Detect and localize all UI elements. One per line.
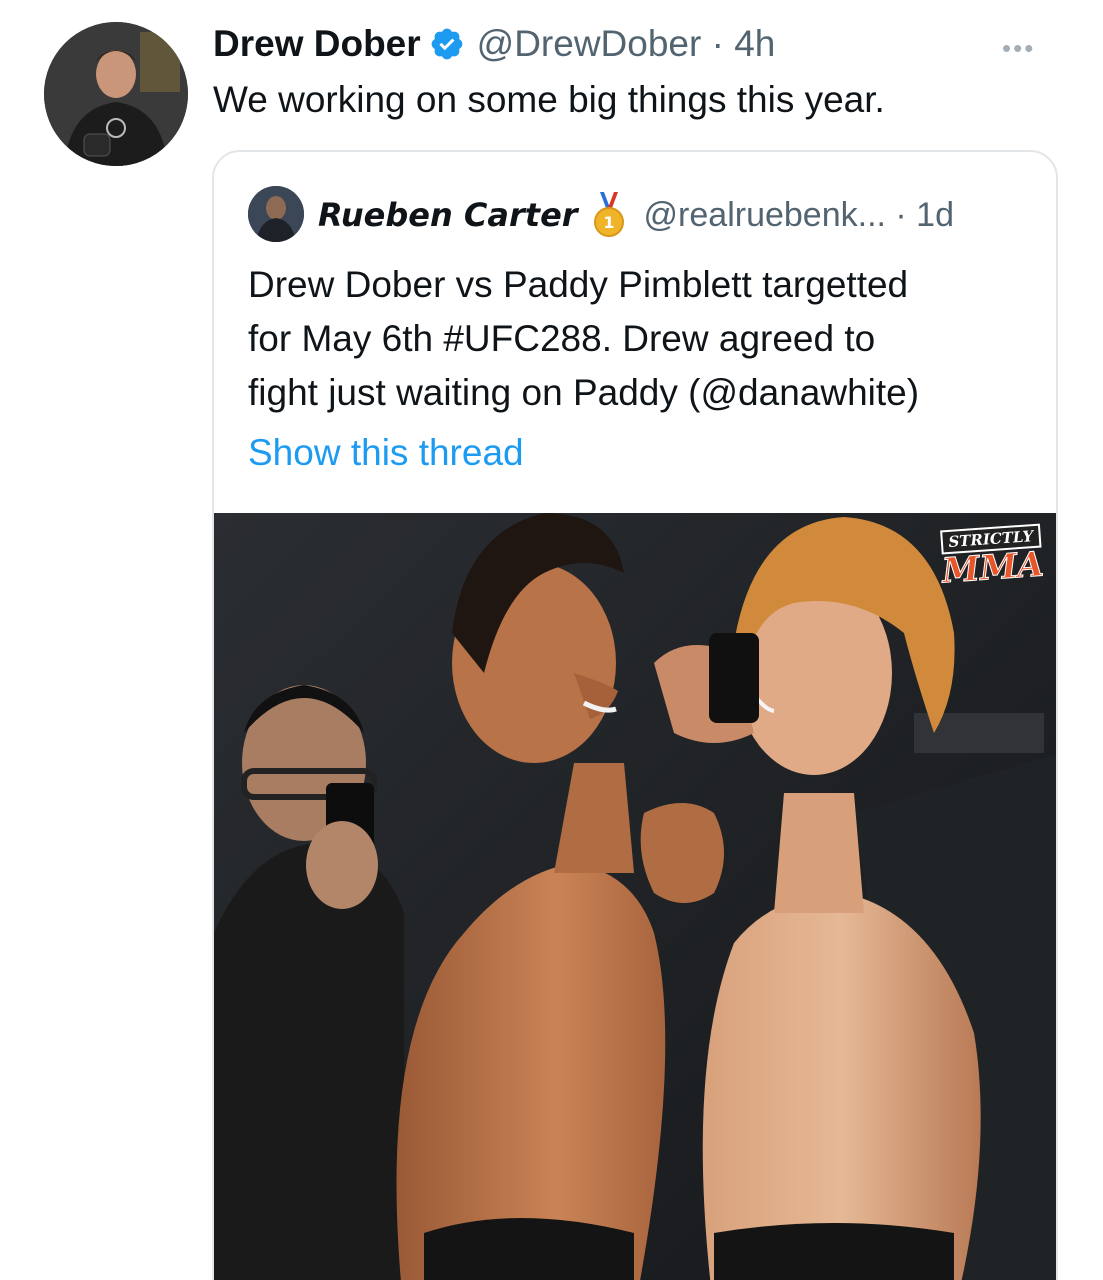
verified-badge-icon: [429, 26, 465, 62]
tweet-header: Drew Dober @DrewDober · 4h: [213, 22, 775, 66]
quoted-tweet-card[interactable]: Rueben Carter 1 @realruebenk... · 1d Dre…: [212, 150, 1058, 1280]
tweet-text: We working on some big things this year.: [213, 79, 885, 120]
quoted-tweet-photo[interactable]: STRICTLY MMA: [214, 513, 1056, 1280]
quoted-text-line: Drew Dober vs Paddy Pimblett targetted: [248, 264, 909, 305]
more-options-icon[interactable]: •••: [1002, 33, 1035, 64]
gold-medal-icon: 1: [592, 190, 626, 240]
author-avatar[interactable]: [44, 22, 188, 166]
watermark-bottom-text: MMA: [940, 544, 1045, 592]
quoted-tweet-header: Rueben Carter 1 @realruebenk... · 1d: [318, 192, 954, 238]
svg-text:1: 1: [603, 213, 614, 232]
strictly-mma-watermark: STRICTLY MMA: [930, 523, 1054, 592]
quoted-text-line: fight just waiting on Paddy (@danawhite): [248, 372, 920, 413]
quoted-tweet-text: Drew Dober vs Paddy Pimblett targetted f…: [248, 258, 1048, 420]
show-thread-link[interactable]: Show this thread: [248, 432, 524, 474]
quoted-author-handle-and-time[interactable]: @realruebenk... · 1d: [644, 196, 954, 235]
quoted-author-display-name[interactable]: Rueben Carter: [318, 196, 578, 234]
quoted-author-avatar[interactable]: [248, 186, 304, 242]
quoted-text-line: for May 6th #UFC288. Drew agreed to: [248, 318, 876, 359]
author-handle-and-time[interactable]: @DrewDober · 4h: [477, 23, 776, 65]
author-display-name[interactable]: Drew Dober: [213, 23, 421, 65]
